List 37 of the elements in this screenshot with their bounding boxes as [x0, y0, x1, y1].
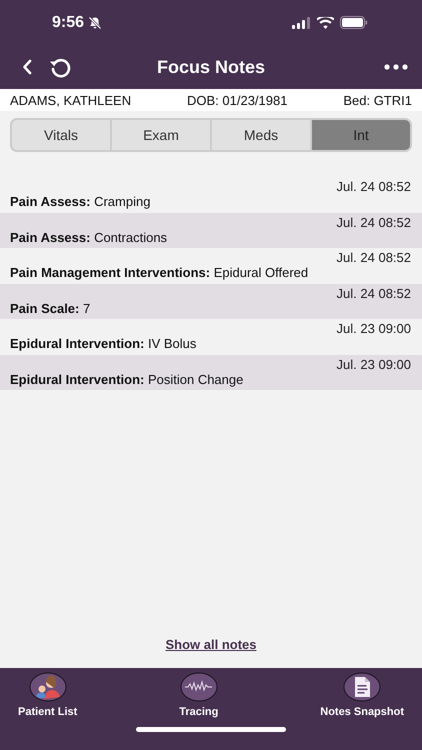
- segment-tab[interactable]: Exam: [112, 120, 210, 150]
- signal-icon: [292, 16, 311, 28]
- note-time: Jul. 24 08:52: [336, 286, 411, 300]
- segment-tab[interactable]: Vitals: [12, 120, 110, 150]
- bottom-nav-item[interactable]: Notes Snapshot: [314, 672, 410, 718]
- patient-name: ADAMS, KATHLEEN: [10, 92, 132, 108]
- note-time: Jul. 24 08:52: [336, 179, 411, 194]
- note-time: Jul. 23 09:00: [336, 321, 411, 336]
- status-time: 9:56: [52, 14, 84, 32]
- battery-icon: [340, 16, 368, 29]
- note-text: Epidural Intervention: IV Bolus: [10, 336, 198, 351]
- patient-dob: DOB: 01/23/1981: [187, 92, 288, 108]
- patient-bed: Bed: GTRI1: [343, 92, 412, 108]
- mother-and-baby-icon: [28, 672, 67, 702]
- more-button[interactable]: [382, 62, 410, 72]
- show-all-notes-link[interactable]: Show all notes: [165, 637, 256, 652]
- note-text: Epidural Intervention: Position Change: [10, 372, 244, 386]
- waveform-icon: [180, 672, 218, 702]
- note-time: Jul. 24 08:52: [336, 214, 411, 230]
- document-icon: [343, 672, 382, 702]
- note-time: Jul. 23 09:00: [336, 356, 411, 372]
- segment-tab[interactable]: Meds: [212, 120, 310, 150]
- bottom-nav-item[interactable]: Tracing: [173, 672, 224, 718]
- note-text: Pain Management Interventions: Epidural Offered: [10, 265, 310, 280]
- note-text: Pain Assess: Contractions: [10, 230, 168, 244]
- note-row[interactable]: Jul. 24 08:52 Pain Scale: 7: [0, 284, 422, 319]
- muted-bell-icon: [88, 16, 102, 30]
- note-row[interactable]: Jul. 23 09:00 Epidural Intervention: Position Change: [0, 354, 422, 390]
- back-button[interactable]: [20, 57, 34, 77]
- segment-tab[interactable]: Int: [312, 120, 410, 150]
- note-row[interactable]: Jul. 24 08:52 Pain Assess: Contractions: [0, 212, 422, 248]
- note-text: Pain Scale: 7: [10, 300, 92, 316]
- note-text: Pain Assess: Cramping: [10, 194, 152, 209]
- bottom-nav-item[interactable]: Patient List: [12, 672, 84, 718]
- wifi-icon: [317, 16, 334, 28]
- screen-title: Focus Notes: [156, 56, 266, 78]
- note-time: Jul. 24 08:52: [336, 250, 411, 265]
